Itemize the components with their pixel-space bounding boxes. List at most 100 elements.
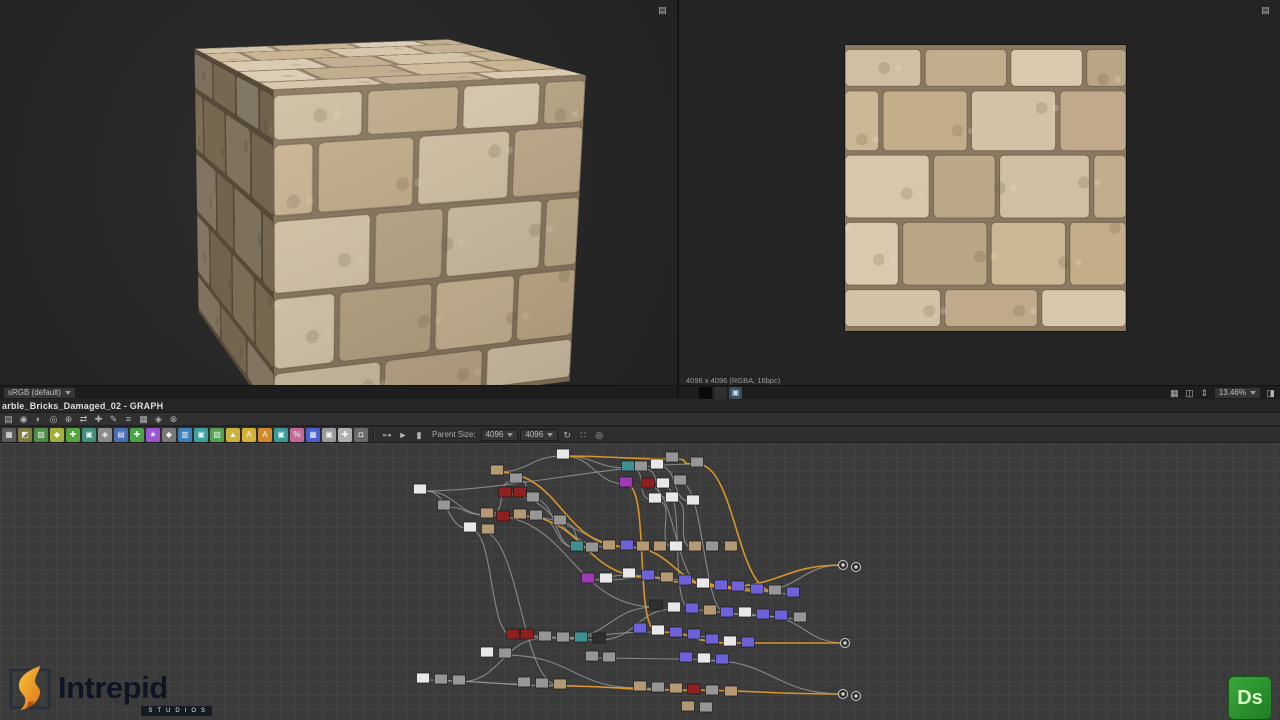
graph-node[interactable] — [570, 540, 584, 552]
graph-node[interactable] — [685, 602, 699, 614]
graph-node[interactable] — [720, 606, 734, 618]
texture-2d-view[interactable] — [844, 44, 1127, 332]
graph-node[interactable] — [619, 476, 633, 488]
graph-node[interactable] — [793, 611, 807, 623]
list-icon[interactable]: ≡ — [122, 413, 135, 425]
graph-node[interactable] — [687, 683, 701, 695]
graph-node[interactable] — [498, 486, 512, 498]
graph-node[interactable] — [756, 608, 770, 620]
graph-node[interactable] — [651, 681, 665, 693]
graph-node[interactable] — [705, 540, 719, 552]
atomic-node-icon-21[interactable]: ▣ — [322, 427, 336, 442]
graph-node[interactable] — [679, 651, 693, 663]
graph-node[interactable] — [509, 472, 523, 484]
graph-node[interactable] — [490, 464, 504, 476]
parent-size-dropdown[interactable]: 4096 — [480, 428, 519, 441]
atomic-node-icon-14[interactable]: ▧ — [210, 427, 224, 442]
graph-node[interactable] — [656, 477, 670, 489]
graph-node[interactable] — [506, 628, 520, 640]
graph-node[interactable] — [669, 540, 683, 552]
graph-node[interactable] — [705, 684, 719, 696]
graph-node[interactable] — [651, 624, 665, 636]
graph-node[interactable] — [634, 460, 648, 472]
search-icon[interactable]: ⊕ — [62, 413, 75, 425]
graph-node[interactable] — [553, 514, 567, 526]
graph-node[interactable] — [602, 539, 616, 551]
dots-icon[interactable]: ∷ — [576, 428, 590, 442]
viewport2d-menu-icon[interactable]: ▤ — [1259, 4, 1272, 16]
channels-icon[interactable] — [682, 386, 697, 400]
tiling-icon[interactable]: ◫ — [1183, 387, 1196, 399]
graph-node[interactable] — [585, 650, 599, 662]
refresh-icon[interactable]: ↻ — [560, 428, 574, 442]
graph-node[interactable] — [585, 541, 599, 553]
atomic-node-icon-10[interactable]: ★ — [146, 427, 160, 442]
graph-node[interactable] — [687, 628, 701, 640]
graph-node[interactable] — [768, 584, 782, 596]
atomic-node-icon-2[interactable]: ◩ — [18, 427, 32, 442]
graph-node[interactable] — [774, 609, 788, 621]
pin-icon[interactable]: ▮ — [412, 428, 426, 442]
graph-node[interactable] — [641, 569, 655, 581]
graph-node[interactable] — [715, 653, 729, 665]
graph-node[interactable] — [526, 491, 540, 503]
link-icon[interactable]: ⇄ — [77, 413, 90, 425]
graph-node[interactable] — [529, 509, 543, 521]
atomic-node-icon-23[interactable]: ◘ — [354, 427, 368, 442]
graph-node[interactable] — [653, 540, 667, 552]
zoom-dropdown[interactable]: 13.46% — [1213, 386, 1261, 399]
graph-node[interactable] — [480, 646, 494, 658]
graph-node[interactable] — [602, 651, 616, 663]
graph-node[interactable] — [416, 672, 430, 684]
atomic-node-icon-13[interactable]: ▣ — [194, 427, 208, 442]
atomic-node-icon-8[interactable]: ▤ — [114, 427, 128, 442]
graph-node[interactable] — [599, 572, 613, 584]
graph-node[interactable] — [648, 492, 662, 504]
graph-node[interactable] — [688, 540, 702, 552]
view-options-icon[interactable]: ◨ — [1264, 387, 1277, 399]
graph-node[interactable] — [714, 579, 728, 591]
disconnect-icon[interactable]: ⊗ — [167, 413, 180, 425]
graph-node[interactable] — [641, 477, 655, 489]
graph-node[interactable] — [496, 510, 510, 522]
graph-node[interactable] — [673, 474, 687, 486]
graph-node[interactable] — [437, 499, 451, 511]
graph-node[interactable] — [581, 572, 595, 584]
graph-node[interactable] — [434, 673, 448, 685]
diamond-icon[interactable]: ◈ — [152, 413, 165, 425]
graph-node[interactable] — [731, 580, 745, 592]
graph-node[interactable] — [681, 700, 695, 712]
graph-node[interactable] — [741, 636, 755, 648]
atomic-node-icon-9[interactable]: ✚ — [130, 427, 144, 442]
graph-node[interactable] — [413, 483, 427, 495]
atomic-node-icon-1[interactable]: ▦ — [2, 427, 16, 442]
atomic-node-icon-4[interactable]: ◆ — [50, 427, 64, 442]
graph-node[interactable] — [633, 622, 647, 634]
graph-node[interactable] — [723, 635, 737, 647]
color-picker-icon[interactable]: ◐ — [32, 413, 45, 425]
graph-node[interactable] — [463, 521, 477, 533]
graph-node[interactable] — [498, 647, 512, 659]
text-node-icon[interactable]: A — [242, 427, 256, 442]
graph-node[interactable] — [480, 507, 494, 519]
graph-node[interactable] — [649, 599, 663, 611]
atomic-node-icon-7[interactable]: ◈ — [98, 427, 112, 442]
graph-node[interactable] — [517, 676, 531, 688]
atomic-node-icon-18[interactable]: ▣ — [274, 427, 288, 442]
graph-node[interactable] — [520, 628, 534, 640]
graph-node[interactable] — [574, 631, 588, 643]
dock-panel-icon[interactable]: ▤ — [2, 413, 15, 425]
atomic-node-icon-5[interactable]: ✚ — [66, 427, 80, 442]
grid-toggle-icon[interactable]: ▦ — [1168, 387, 1181, 399]
colorspace-dropdown[interactable]: sRGB (default) — [3, 386, 76, 399]
graph-node[interactable] — [667, 601, 681, 613]
viewport-3d[interactable]: ▤ sRGB (default) — [0, 0, 677, 399]
atomic-node-icon-3[interactable]: ▨ — [34, 427, 48, 442]
text-node-icon-2[interactable]: A — [258, 427, 272, 442]
plug-icon[interactable]: ⊶ — [380, 428, 394, 442]
graph-node[interactable] — [633, 680, 647, 692]
graph-node[interactable] — [724, 685, 738, 697]
viewport-2d[interactable]: 4096 x 4096 (RGBA, 16bpc) ▤ ▣ ▦ ◫ ⇕ 13.46%… — [679, 0, 1280, 399]
graph-node[interactable] — [622, 567, 636, 579]
graph-node[interactable] — [538, 630, 552, 642]
